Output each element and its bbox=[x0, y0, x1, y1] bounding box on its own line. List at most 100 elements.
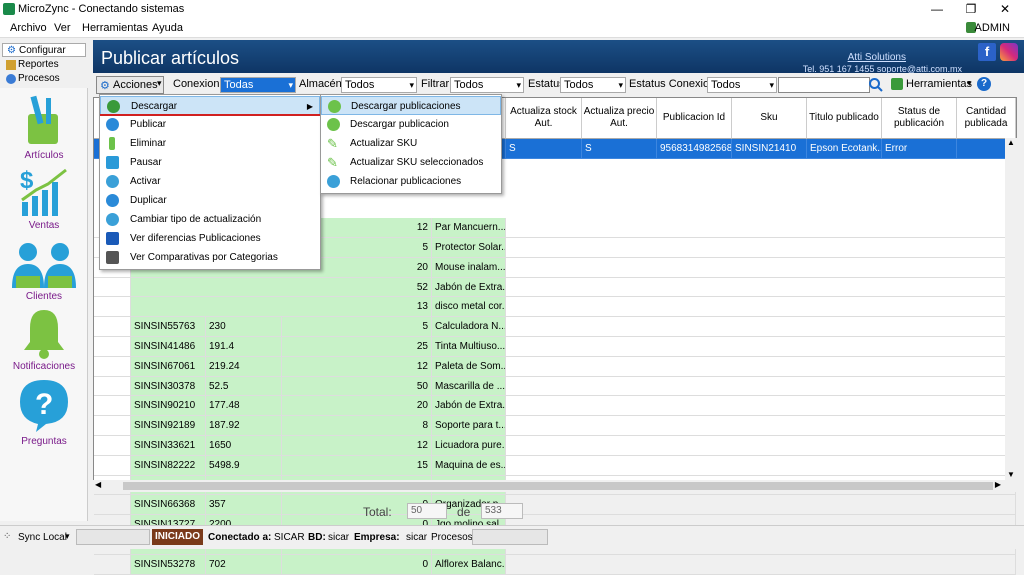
scroll-right-icon[interactable]: ▶ bbox=[995, 480, 1001, 489]
table-row[interactable]: SINSIN41486 191.4 25 Tinta Multiuso... bbox=[94, 337, 1016, 357]
status-badge: INICIADO bbox=[152, 529, 203, 545]
nav-articulos[interactable]: Artículos bbox=[0, 88, 88, 168]
de-value: 533 bbox=[481, 503, 523, 519]
search-input[interactable] bbox=[778, 77, 870, 93]
table-row[interactable]: SINSIN82222 5498.9 15 Maquina de es... bbox=[94, 455, 1016, 476]
menu-herramientas[interactable]: Herramientas bbox=[82, 22, 148, 34]
table-cell: S bbox=[582, 139, 657, 159]
restore-button[interactable]: ❐ bbox=[956, 0, 986, 18]
table-cell: 187.92 bbox=[206, 416, 282, 436]
compare-icon bbox=[106, 232, 119, 245]
submenu-item-actualizar-sku-seleccionados[interactable]: ✎ Actualizar SKU seleccionados bbox=[321, 153, 501, 172]
scroll-down-icon[interactable]: ▼ bbox=[1007, 470, 1015, 479]
table-row[interactable]: SINSIN55763 230 5 Calculadora N... bbox=[94, 317, 1016, 337]
minimize-button[interactable]: — bbox=[922, 0, 952, 18]
nav-notificaciones[interactable]: Notificaciones bbox=[0, 306, 88, 376]
table-cell bbox=[506, 416, 1016, 436]
table-row[interactable]: 13 disco metal cor... bbox=[94, 297, 1016, 318]
empresa-label: Empresa: bbox=[354, 532, 400, 543]
estatus-select[interactable]: Todos bbox=[560, 77, 626, 93]
scroll-thumb[interactable] bbox=[123, 482, 993, 490]
table-cell: 50 bbox=[282, 376, 432, 397]
bd-value: sicar bbox=[328, 532, 350, 543]
acciones-menu: Descargar ▶ Publicar Eliminar Pausar Acti… bbox=[99, 94, 321, 270]
column-header-sku[interactable]: Sku bbox=[732, 98, 807, 139]
instagram-icon[interactable] bbox=[1000, 43, 1018, 61]
menu-item-pausar[interactable]: Pausar bbox=[100, 153, 320, 172]
menu-item-ver-comparativas[interactable]: Ver Comparativas por Categorias bbox=[100, 248, 320, 267]
table-cell: Jabón de Extra... bbox=[432, 277, 506, 298]
svg-text:$: $ bbox=[20, 167, 34, 194]
menu-archivo[interactable]: Archivo bbox=[10, 22, 47, 34]
search-icon[interactable] bbox=[868, 77, 884, 93]
submenu-item-relacionar-publicaciones[interactable]: Relacionar publicaciones bbox=[321, 172, 501, 191]
help-icon[interactable]: ? bbox=[977, 77, 991, 91]
sales-chart-icon: $ bbox=[20, 167, 67, 216]
estatus-conexion-select[interactable]: Todos bbox=[707, 77, 777, 93]
bd-label: BD: bbox=[308, 532, 326, 543]
table-row[interactable]: SINSIN30378 52.5 50 Mascarilla de ... bbox=[94, 376, 1016, 397]
title-bar: MicroZync - Conectando sistemas — ❐ ✕ bbox=[0, 0, 1024, 18]
almacen-select[interactable]: Todos bbox=[341, 77, 417, 93]
column-header-precio[interactable]: Actualiza precio Aut. bbox=[582, 98, 657, 139]
horizontal-scrollbar[interactable]: ◀ ▶ bbox=[93, 480, 1017, 492]
sync-local-button[interactable]: Sync Local bbox=[18, 532, 67, 543]
table-row[interactable]: SINSIN67061 219.24 12 Paleta de Som... bbox=[94, 356, 1016, 377]
company-link[interactable]: Atti Solutions bbox=[848, 52, 906, 63]
scroll-left-icon[interactable]: ◀ bbox=[95, 480, 101, 489]
table-cell: Error bbox=[882, 139, 957, 159]
table-cell: 25 bbox=[282, 337, 432, 357]
table-cell: SINSIN41486 bbox=[131, 337, 206, 357]
column-header-stock[interactable]: Actualiza stock Aut. bbox=[506, 98, 582, 139]
table-cell: Jabón de Extra... bbox=[432, 396, 506, 417]
vertical-scrollbar[interactable]: ▲ ▼ bbox=[1005, 138, 1017, 491]
table-cell: Calculadora N... bbox=[432, 317, 506, 337]
submenu-item-actualizar-sku[interactable]: ✎ Actualizar SKU bbox=[321, 134, 501, 153]
column-header-status[interactable]: Status de publicación bbox=[882, 98, 957, 139]
menu-item-ver-diferencias[interactable]: Ver diferencias Publicaciones bbox=[100, 229, 320, 248]
column-header-titulo[interactable]: Titulo publicado bbox=[807, 98, 882, 139]
tab-reportes[interactable]: Reportes bbox=[2, 58, 86, 72]
herramientas-button[interactable]: Herramientas bbox=[906, 78, 972, 90]
nav-preguntas[interactable]: ? Preguntas bbox=[0, 378, 88, 448]
left-tabs: ⚙ Configurar Reportes Procesos bbox=[0, 40, 88, 88]
menu-item-activar[interactable]: Activar bbox=[100, 172, 320, 191]
menu-item-descargar[interactable]: Descargar ▶ bbox=[100, 96, 320, 115]
conexion-select[interactable]: Todas bbox=[220, 77, 296, 93]
scroll-up-icon[interactable]: ▲ bbox=[1007, 138, 1015, 147]
row-header bbox=[94, 317, 131, 337]
facebook-icon[interactable]: f bbox=[978, 43, 996, 61]
table-row[interactable]: SINSIN92189 187.92 8 Soporte para t... bbox=[94, 416, 1016, 436]
conexion-label: Conexion: bbox=[173, 78, 223, 90]
filtrar-select[interactable]: Todos bbox=[450, 77, 524, 93]
column-header-publicacion-id[interactable]: Publicacion Id bbox=[657, 98, 732, 139]
nav-clientes[interactable]: Clientes bbox=[0, 236, 88, 306]
duplicate-icon bbox=[106, 194, 119, 207]
table-row[interactable]: SINSIN33621 1650 12 Licuadora pure... bbox=[94, 436, 1016, 456]
nav-ventas[interactable]: $ Ventas bbox=[0, 166, 88, 236]
table-row[interactable]: 52 Jabón de Extra... bbox=[94, 277, 1016, 298]
tab-configurar[interactable]: ⚙ Configurar bbox=[2, 43, 86, 57]
bell-icon bbox=[24, 310, 64, 359]
submenu-item-descargar-publicaciones[interactable]: Descargar publicaciones bbox=[321, 96, 501, 115]
menu-item-publicar[interactable]: Publicar bbox=[100, 115, 320, 134]
row-header bbox=[94, 297, 131, 318]
table-cell bbox=[506, 337, 1016, 357]
menu-ayuda[interactable]: Ayuda bbox=[152, 22, 183, 34]
tab-procesos[interactable]: Procesos bbox=[2, 72, 86, 86]
table-cell: 702 bbox=[206, 554, 282, 575]
menu-item-duplicar[interactable]: Duplicar bbox=[100, 191, 320, 210]
menu-item-cambiar-tipo[interactable]: Cambiar tipo de actualización bbox=[100, 210, 320, 229]
table-row[interactable]: SINSIN53278 702 0 Alflorex Balanc... bbox=[94, 554, 1016, 575]
acciones-button[interactable]: ⚙ Acciones ▾ bbox=[96, 76, 164, 94]
user-name[interactable]: ADMIN bbox=[975, 22, 1010, 34]
table-cell bbox=[506, 554, 1016, 575]
menu-item-eliminar[interactable]: Eliminar bbox=[100, 134, 320, 153]
clients-icon bbox=[12, 243, 76, 288]
submenu-item-descargar-publicacion[interactable]: Descargar publicacion bbox=[321, 115, 501, 134]
table-cell: Soporte para t... bbox=[432, 416, 506, 436]
column-header-cantidad[interactable]: Cantidad publicada bbox=[957, 98, 1016, 139]
close-button[interactable]: ✕ bbox=[990, 0, 1020, 18]
menu-ver[interactable]: Ver bbox=[54, 22, 71, 34]
table-row[interactable]: SINSIN90210 177.48 20 Jabón de Extra... bbox=[94, 396, 1016, 417]
